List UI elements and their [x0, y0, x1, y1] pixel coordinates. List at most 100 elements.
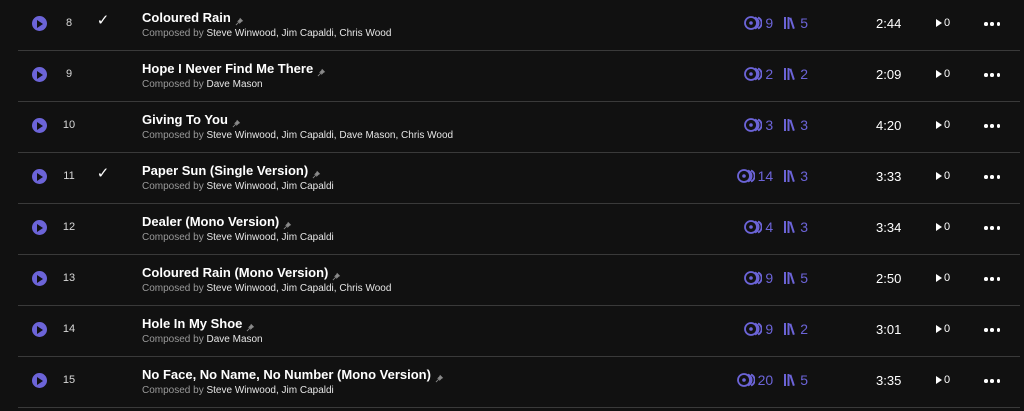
recordings-icon	[744, 220, 763, 234]
composer-link[interactable]: Jim Capaldi	[282, 130, 334, 141]
track-number: 14	[62, 323, 76, 335]
more-dot	[996, 277, 1000, 281]
table-row: 11 ✓ Paper Sun (Single Version) Composed by…	[18, 153, 1020, 204]
play-count-value: 0	[944, 17, 951, 29]
recordings-count[interactable]: 3	[744, 117, 773, 133]
track-title[interactable]: Giving To You	[142, 112, 228, 127]
play-circle-icon[interactable]	[32, 220, 47, 235]
more-dot	[984, 124, 988, 128]
releases-count[interactable]: 5	[783, 15, 808, 31]
more-dot	[990, 226, 994, 230]
composer-link[interactable]: Steve Winwood	[206, 181, 275, 192]
composer-link[interactable]: Jim Capaldi	[282, 283, 334, 294]
releases-count[interactable]: 3	[783, 219, 808, 235]
more-dot	[984, 226, 988, 230]
track-title[interactable]: No Face, No Name, No Number (Mono Versio…	[142, 367, 431, 382]
more-options-icon[interactable]	[984, 73, 1000, 77]
composer-link[interactable]: Jim Capaldi	[282, 181, 334, 192]
composer-link[interactable]: Chris Wood	[339, 28, 391, 39]
play-circle-icon[interactable]	[32, 16, 47, 31]
track-title[interactable]: Dealer (Mono Version)	[142, 214, 279, 229]
composed-by-label: Composed by	[142, 283, 204, 294]
play-count-icon	[936, 376, 942, 384]
recordings-count[interactable]: 9	[744, 321, 773, 337]
play-count: 0	[936, 374, 950, 386]
composer-link[interactable]: Jim Capaldi	[282, 385, 334, 396]
recordings-value: 20	[757, 372, 774, 388]
more-dot	[984, 22, 988, 26]
track-stats: 20 5	[736, 369, 808, 391]
releases-value: 2	[800, 321, 808, 337]
composed-by-label: Composed by	[142, 130, 204, 141]
play-count: 0	[936, 221, 950, 233]
track-title[interactable]: Paper Sun (Single Version)	[142, 163, 308, 178]
composer-link[interactable]: Chris Wood	[339, 283, 391, 294]
track-duration: 3:34	[876, 220, 902, 235]
play-count-icon	[936, 172, 942, 180]
more-options-icon[interactable]	[984, 175, 1000, 179]
composer-link[interactable]: Jim Capaldi	[282, 232, 334, 243]
recordings-value: 2	[765, 66, 774, 82]
track-stats: 43	[744, 216, 808, 238]
more-dot	[990, 22, 994, 26]
releases-count[interactable]: 3	[783, 117, 808, 133]
releases-count[interactable]: 2	[783, 321, 808, 337]
recordings-count[interactable]: 4	[744, 219, 773, 235]
more-options-icon[interactable]	[984, 328, 1000, 332]
play-circle-icon[interactable]	[32, 322, 47, 337]
recordings-count[interactable]: 9	[744, 270, 773, 286]
pin-icon	[435, 370, 444, 383]
recordings-count[interactable]: 2	[744, 66, 773, 82]
play-count: 0	[936, 17, 950, 29]
recordings-count[interactable]: 9	[744, 15, 773, 31]
composer-link[interactable]: Jim Capaldi	[282, 28, 334, 39]
play-circle-icon[interactable]	[32, 67, 47, 82]
composer-link[interactable]: Steve Winwood	[206, 130, 275, 141]
play-circle-icon[interactable]	[32, 373, 47, 388]
track-title[interactable]: Hope I Never Find Me There	[142, 61, 313, 76]
table-row: 13 Coloured Rain (Mono Version) Composed b…	[18, 255, 1020, 306]
play-circle-icon[interactable]	[32, 271, 47, 286]
pin-icon	[332, 268, 341, 281]
composer-link[interactable]: Dave Mason	[339, 130, 395, 141]
play-count-icon	[936, 19, 942, 27]
recordings-value: 9	[765, 15, 774, 31]
checkmark-icon[interactable]: ✓	[94, 164, 112, 186]
pin-icon	[246, 319, 255, 332]
releases-count[interactable]: 2	[783, 66, 808, 82]
track-title[interactable]: Hole In My Shoe	[142, 316, 242, 331]
play-circle-icon[interactable]	[32, 118, 47, 133]
composer-link[interactable]: Dave Mason	[206, 334, 262, 345]
composer-link[interactable]: Chris Wood	[401, 130, 453, 141]
composer-link[interactable]: Steve Winwood	[206, 385, 275, 396]
track-title[interactable]: Coloured Rain (Mono Version)	[142, 265, 328, 280]
composer-link[interactable]: Dave Mason	[206, 79, 262, 90]
more-dot	[990, 328, 994, 332]
composer-line: Composed by Steve Winwood, Jim Capaldi	[142, 232, 334, 243]
table-row: 8 ✓ Coloured Rain Composed by Steve Winwood…	[18, 0, 1020, 51]
recordings-count[interactable]: 20	[736, 372, 774, 388]
composer-link[interactable]: Steve Winwood	[206, 28, 275, 39]
checkmark-icon[interactable]: ✓	[94, 11, 112, 33]
more-options-icon[interactable]	[984, 22, 1000, 26]
releases-icon	[783, 169, 797, 183]
releases-count[interactable]: 5	[783, 372, 808, 388]
more-options-icon[interactable]	[984, 277, 1000, 281]
play-count-value: 0	[944, 170, 951, 182]
more-options-icon[interactable]	[984, 226, 1000, 230]
more-options-icon[interactable]	[984, 124, 1000, 128]
releases-count[interactable]: 3	[783, 168, 808, 184]
play-circle-icon[interactable]	[32, 169, 47, 184]
more-options-icon[interactable]	[984, 379, 1000, 383]
composer-link[interactable]: Steve Winwood	[206, 283, 275, 294]
track-duration: 2:50	[876, 271, 902, 286]
composer-link[interactable]: Steve Winwood	[206, 232, 275, 243]
recordings-count[interactable]: 14	[736, 168, 773, 184]
track-number: 11	[63, 170, 75, 182]
table-row: 10 Giving To You Composed by Steve Winwood…	[18, 102, 1020, 153]
releases-value: 3	[800, 168, 808, 184]
track-title[interactable]: Coloured Rain	[142, 10, 231, 25]
recordings-icon	[736, 169, 755, 183]
releases-count[interactable]: 5	[783, 270, 808, 286]
play-count: 0	[936, 68, 950, 80]
